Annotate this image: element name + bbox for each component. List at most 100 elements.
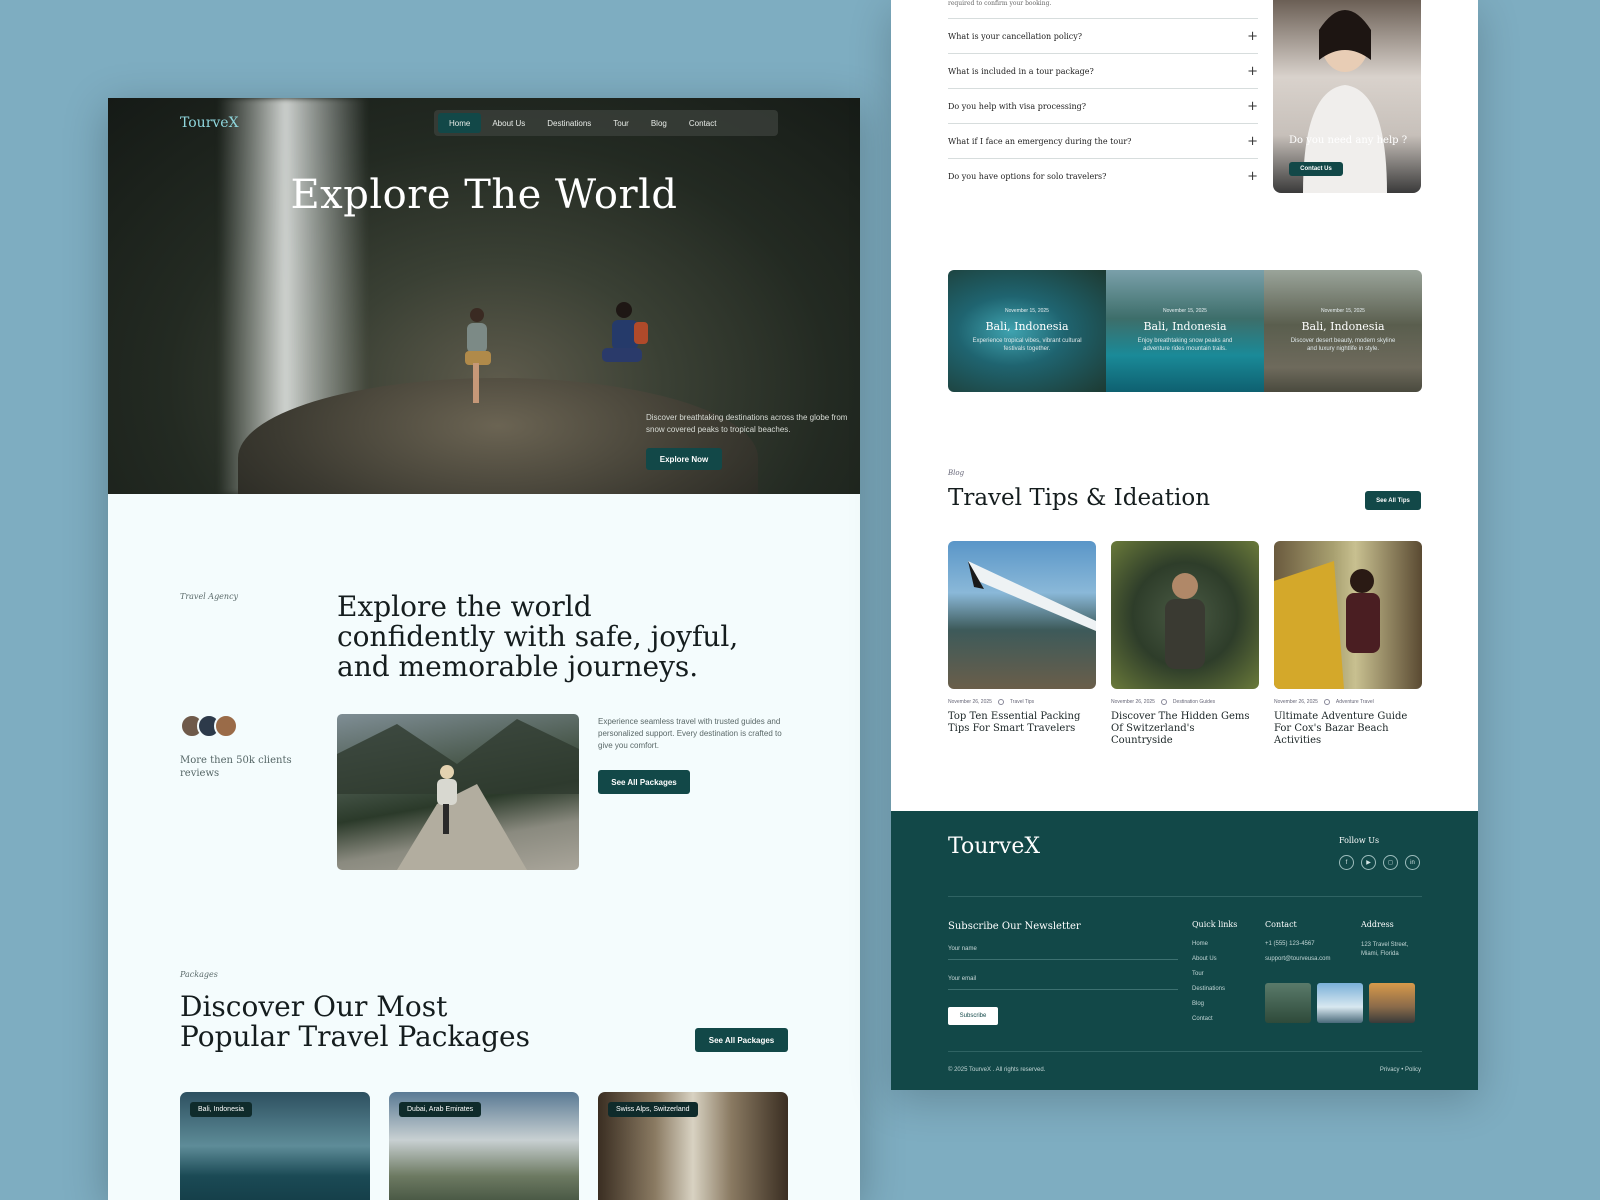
help-text: Do you need any help ? xyxy=(1289,135,1408,146)
destination-card[interactable]: November 15, 2025 Bali, Indonesia Enjoy … xyxy=(1106,270,1264,392)
subscribe-button[interactable]: Subscribe xyxy=(948,1007,998,1025)
agency-description: Experience seamless travel with trusted … xyxy=(598,717,782,750)
nav-contact[interactable]: Contact xyxy=(678,113,728,133)
post-category: Destination Guides xyxy=(1172,699,1216,705)
youtube-icon[interactable]: ▶ xyxy=(1361,855,1376,870)
blog-post-image[interactable] xyxy=(948,541,1096,689)
faq-item[interactable]: Do you help with visa processing? + xyxy=(948,88,1258,123)
faq-question: Do you help with visa processing? xyxy=(948,101,1087,111)
destination-card[interactable]: November 15, 2025 Bali, Indonesia Discov… xyxy=(1264,270,1422,392)
destination-desc: Discover desert beauty, modern skyline a… xyxy=(1290,338,1396,352)
divider xyxy=(948,1051,1422,1052)
hiker-man-image xyxy=(465,308,491,403)
blog-label: Blog xyxy=(948,469,965,477)
gallery-thumbnail[interactable] xyxy=(1317,983,1363,1023)
package-card-bali[interactable]: Bali, Indonesia xyxy=(180,1092,370,1200)
plus-icon[interactable]: + xyxy=(1247,29,1258,44)
blog-post[interactable]: November 26, 2025 Destination Guides Disc… xyxy=(1111,541,1259,747)
blog-title: Travel Tips & Ideation xyxy=(948,485,1211,511)
follow-us-label: Follow Us xyxy=(1339,836,1380,845)
see-all-packages-button[interactable]: See All Packages xyxy=(598,770,690,794)
see-all-tips-button[interactable]: See All Tips xyxy=(1365,491,1421,510)
linkedin-icon[interactable]: in xyxy=(1405,855,1420,870)
faq-question: Do you have options for solo travelers? xyxy=(948,171,1107,181)
package-tag: Swiss Alps, Switzerland xyxy=(608,1102,698,1117)
nav-tour[interactable]: Tour xyxy=(602,113,640,133)
privacy-policy-link[interactable]: Privacy • Policy xyxy=(1380,1067,1421,1073)
blog-post-image[interactable] xyxy=(1111,541,1259,689)
agency-heading: Explore the world confidently with safe,… xyxy=(337,590,739,683)
post-category: Adventure Travel xyxy=(1335,699,1374,705)
facebook-icon[interactable]: f xyxy=(1339,855,1354,870)
category-icon xyxy=(1160,699,1167,705)
instagram-icon[interactable]: ◻ xyxy=(1383,855,1398,870)
post-date: November 26, 2025 xyxy=(1274,699,1318,705)
gallery-thumbnail[interactable] xyxy=(1369,983,1415,1023)
footer-link-contact[interactable]: Contact xyxy=(1192,1016,1213,1022)
destination-strip: November 15, 2025 Bali, Indonesia Experi… xyxy=(948,270,1422,392)
destination-title: Bali, Indonesia xyxy=(1143,320,1227,333)
hiker-mountain-image xyxy=(337,714,579,870)
plus-icon[interactable]: + xyxy=(1247,99,1258,114)
destination-desc: Experience tropical vibes, vibrant cultu… xyxy=(972,338,1082,352)
destination-title: Bali, Indonesia xyxy=(1301,320,1385,333)
nav-destinations[interactable]: Destinations xyxy=(536,113,602,133)
footer-link-blog[interactable]: Blog xyxy=(1192,1001,1204,1007)
see-all-packages-button-2[interactable]: See All Packages xyxy=(695,1028,788,1052)
footer-link-destinations[interactable]: Destinations xyxy=(1192,986,1225,992)
category-icon xyxy=(997,699,1004,705)
faq-item[interactable]: Do you have options for solo travelers? + xyxy=(948,158,1258,193)
package-card-swiss[interactable]: Swiss Alps, Switzerland xyxy=(598,1092,788,1200)
footer-link-about[interactable]: About Us xyxy=(1192,956,1217,962)
plus-icon[interactable]: + xyxy=(1247,169,1258,184)
email-address[interactable]: support@tourveusa.com xyxy=(1265,956,1330,962)
name-input[interactable]: Your name xyxy=(948,946,1178,960)
landing-page-left: TourveX Home About Us Destinations Tour … xyxy=(108,98,860,1200)
post-title[interactable]: Discover The Hidden Gems Of Switzerland'… xyxy=(1111,711,1259,747)
clients-reviews-text: More then 50k clients reviews xyxy=(180,755,292,779)
faq-question: What is included in a tour package? xyxy=(948,66,1094,76)
faq-item[interactable]: What is included in a tour package? + xyxy=(948,53,1258,88)
logo[interactable]: TourveX xyxy=(180,115,239,131)
package-card-dubai[interactable]: Dubai, Arab Emirates xyxy=(389,1092,579,1200)
contact-us-button[interactable]: Contact Us xyxy=(1289,162,1343,176)
blog-post[interactable]: November 26, 2025 Adventure Travel Ultima… xyxy=(1274,541,1422,747)
divider xyxy=(948,896,1422,897)
blog-post[interactable]: November 26, 2025 Travel Tips Top Ten Ess… xyxy=(948,541,1096,735)
phone-number[interactable]: +1 (555) 123-4567 xyxy=(1265,941,1315,947)
post-title[interactable]: Ultimate Adventure Guide For Cox's Bazar… xyxy=(1274,711,1422,747)
footer-link-tour[interactable]: Tour xyxy=(1192,971,1204,977)
destination-date: November 15, 2025 xyxy=(1321,308,1365,314)
blog-post-image[interactable] xyxy=(1274,541,1422,689)
hero-section: TourveX Home About Us Destinations Tour … xyxy=(108,98,860,494)
category-icon xyxy=(1323,699,1330,705)
plus-icon[interactable]: + xyxy=(1247,134,1258,149)
nav-about-us[interactable]: About Us xyxy=(481,113,536,133)
gallery-thumbnail[interactable] xyxy=(1265,983,1311,1023)
faq-question: What if I face an emergency during the t… xyxy=(948,136,1132,146)
contact-title: Contact xyxy=(1265,920,1297,929)
faq-item[interactable]: What is your cancellation policy? + xyxy=(948,18,1258,53)
nav-home[interactable]: Home xyxy=(438,113,482,133)
post-title[interactable]: Top Ten Essential Packing Tips For Smart… xyxy=(948,711,1096,735)
explore-now-button[interactable]: Explore Now xyxy=(646,448,722,470)
quick-links-title: Quick links xyxy=(1192,920,1238,929)
plus-icon[interactable]: + xyxy=(1247,64,1258,79)
newsletter-title: Subscribe Our Newsletter xyxy=(948,921,1081,932)
email-input[interactable]: Your email xyxy=(948,976,1178,990)
footer-link-home[interactable]: Home xyxy=(1192,941,1208,947)
client-avatars xyxy=(180,714,238,738)
packages-label: Packages xyxy=(180,970,218,979)
nav-blog[interactable]: Blog xyxy=(640,113,678,133)
packages-title: Discover Our Most Popular Travel Package… xyxy=(180,990,530,1053)
post-date: November 26, 2025 xyxy=(948,699,992,705)
destination-desc: Enjoy breathtaking snow peaks and advent… xyxy=(1137,338,1233,352)
post-meta: November 26, 2025 Destination Guides xyxy=(1111,699,1259,705)
post-meta: November 26, 2025 Adventure Travel xyxy=(1274,699,1422,705)
footer-logo[interactable]: TourveX xyxy=(948,834,1040,859)
hero-description: Discover breathtaking destinations acros… xyxy=(646,413,848,434)
social-links: f ▶ ◻ in xyxy=(1339,855,1420,870)
faq-item[interactable]: What if I face an emergency during the t… xyxy=(948,123,1258,158)
destination-card[interactable]: November 15, 2025 Bali, Indonesia Experi… xyxy=(948,270,1106,392)
destination-title: Bali, Indonesia xyxy=(985,320,1069,333)
